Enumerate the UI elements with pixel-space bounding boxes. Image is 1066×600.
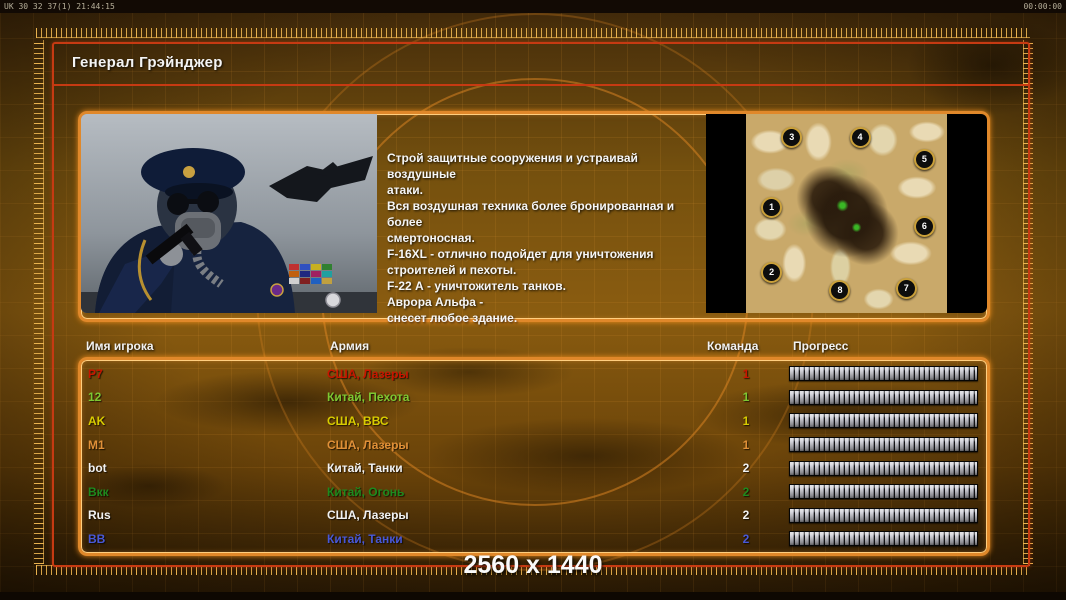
player-progress-bar bbox=[790, 414, 977, 428]
start-position-marker: 2 bbox=[761, 262, 783, 284]
general-briefing-text: Строй защитные сооружения и устраивай во… bbox=[387, 151, 675, 325]
column-header-progress: Прогресс bbox=[793, 339, 849, 353]
player-progress-bar bbox=[790, 485, 977, 499]
player-army: США, Лазеры bbox=[327, 508, 409, 523]
player-army: Китай, Пехота bbox=[327, 390, 410, 405]
portrait-artwork bbox=[81, 114, 377, 313]
player-progress-bar bbox=[790, 532, 977, 546]
general-portrait-image bbox=[81, 114, 377, 313]
player-table-panel: Р7 США, Лазеры 1 12 Китай, Пехота 1 AK С… bbox=[78, 357, 990, 556]
start-position-marker: 5 bbox=[913, 148, 935, 170]
player-army: Китай, Танки bbox=[327, 461, 403, 476]
start-position-marker: 7 bbox=[895, 278, 917, 300]
player-progress-track bbox=[789, 484, 978, 500]
start-position-marker: 3 bbox=[781, 126, 803, 148]
player-name: bot bbox=[88, 461, 107, 476]
player-name: AK bbox=[88, 413, 106, 428]
player-rows: Р7 США, Лазеры 1 12 Китай, Пехота 1 AK С… bbox=[81, 360, 987, 553]
player-progress-track bbox=[789, 507, 978, 523]
ruler-top bbox=[36, 28, 1030, 38]
player-progress-bar bbox=[790, 438, 977, 452]
title-divider bbox=[52, 84, 1030, 86]
player-progress-track bbox=[789, 460, 978, 476]
map-resolution-label: 2560 x 1440 bbox=[463, 551, 603, 579]
player-progress-track bbox=[789, 531, 978, 547]
player-progress-bar bbox=[790, 390, 977, 404]
player-name: М1 bbox=[88, 437, 105, 452]
player-army: США, ВВС bbox=[327, 413, 389, 428]
table-row: Rus США, Лазеры 2 bbox=[81, 504, 987, 528]
player-army: США, Лазеры bbox=[327, 366, 409, 381]
player-name: 12 bbox=[88, 390, 102, 405]
loading-screen: UK 30 32 37(1) 21:44:15 00:00:00 Генерал… bbox=[0, 0, 1066, 600]
player-progress-track bbox=[789, 366, 978, 382]
fps-counter: UK 30 32 37(1) 21:44:15 bbox=[4, 2, 115, 11]
player-team: 2 bbox=[742, 461, 750, 476]
column-header-team: Команда bbox=[707, 339, 759, 353]
start-position-marker: 4 bbox=[849, 126, 871, 148]
player-team: 2 bbox=[742, 484, 750, 499]
player-team: 1 bbox=[742, 390, 750, 405]
start-position-marker: 8 bbox=[829, 280, 851, 302]
player-team: 1 bbox=[742, 437, 750, 452]
player-team: 1 bbox=[742, 366, 750, 381]
table-row: AK США, ВВС 1 bbox=[81, 409, 987, 433]
game-timer: 00:00:00 bbox=[1023, 2, 1062, 11]
player-army: Китай, Огонь bbox=[327, 484, 405, 499]
table-row: ВВ Китай, Танки 2 bbox=[81, 527, 987, 551]
general-info-panel: Строй защитные сооружения и устраивай во… bbox=[78, 111, 990, 325]
ruler-left bbox=[34, 40, 44, 564]
table-row: bot Китай, Танки 2 bbox=[81, 456, 987, 480]
page-title: Генерал Грэйнджер bbox=[72, 54, 223, 71]
table-row: 12 Китай, Пехота 1 bbox=[81, 386, 987, 410]
player-progress-track bbox=[789, 413, 978, 429]
start-position-marker: 6 bbox=[913, 216, 935, 238]
player-progress-bar bbox=[790, 461, 977, 475]
player-army: США, Лазеры bbox=[327, 437, 409, 452]
player-progress-bar bbox=[790, 508, 977, 522]
player-name: Rus bbox=[88, 508, 111, 523]
player-name: Вкк bbox=[88, 484, 109, 499]
player-progress-track bbox=[789, 437, 978, 453]
start-position-marker: 1 bbox=[761, 196, 783, 218]
player-team: 1 bbox=[742, 413, 750, 428]
player-team: 2 bbox=[742, 508, 750, 523]
minimap: 1 2 3 4 5 6 7 8 bbox=[746, 114, 947, 313]
player-army: Китай, Танки bbox=[327, 531, 403, 546]
column-header-army: Армия bbox=[330, 339, 370, 353]
player-progress-bar bbox=[790, 367, 977, 381]
table-row: Вкк Китай, Огонь 2 bbox=[81, 480, 987, 504]
column-header-player-name: Имя игрока bbox=[86, 339, 154, 353]
bottom-strip bbox=[0, 592, 1066, 600]
debug-status-bar: UK 30 32 37(1) 21:44:15 00:00:00 bbox=[0, 0, 1066, 13]
table-row: М1 США, Лазеры 1 bbox=[81, 433, 987, 457]
player-name: Р7 bbox=[88, 366, 103, 381]
player-team: 2 bbox=[742, 531, 750, 546]
player-progress-track bbox=[789, 389, 978, 405]
table-row: Р7 США, Лазеры 1 bbox=[81, 362, 987, 386]
player-name: ВВ bbox=[88, 531, 106, 546]
minimap-panel: 1 2 3 4 5 6 7 8 bbox=[706, 114, 987, 313]
